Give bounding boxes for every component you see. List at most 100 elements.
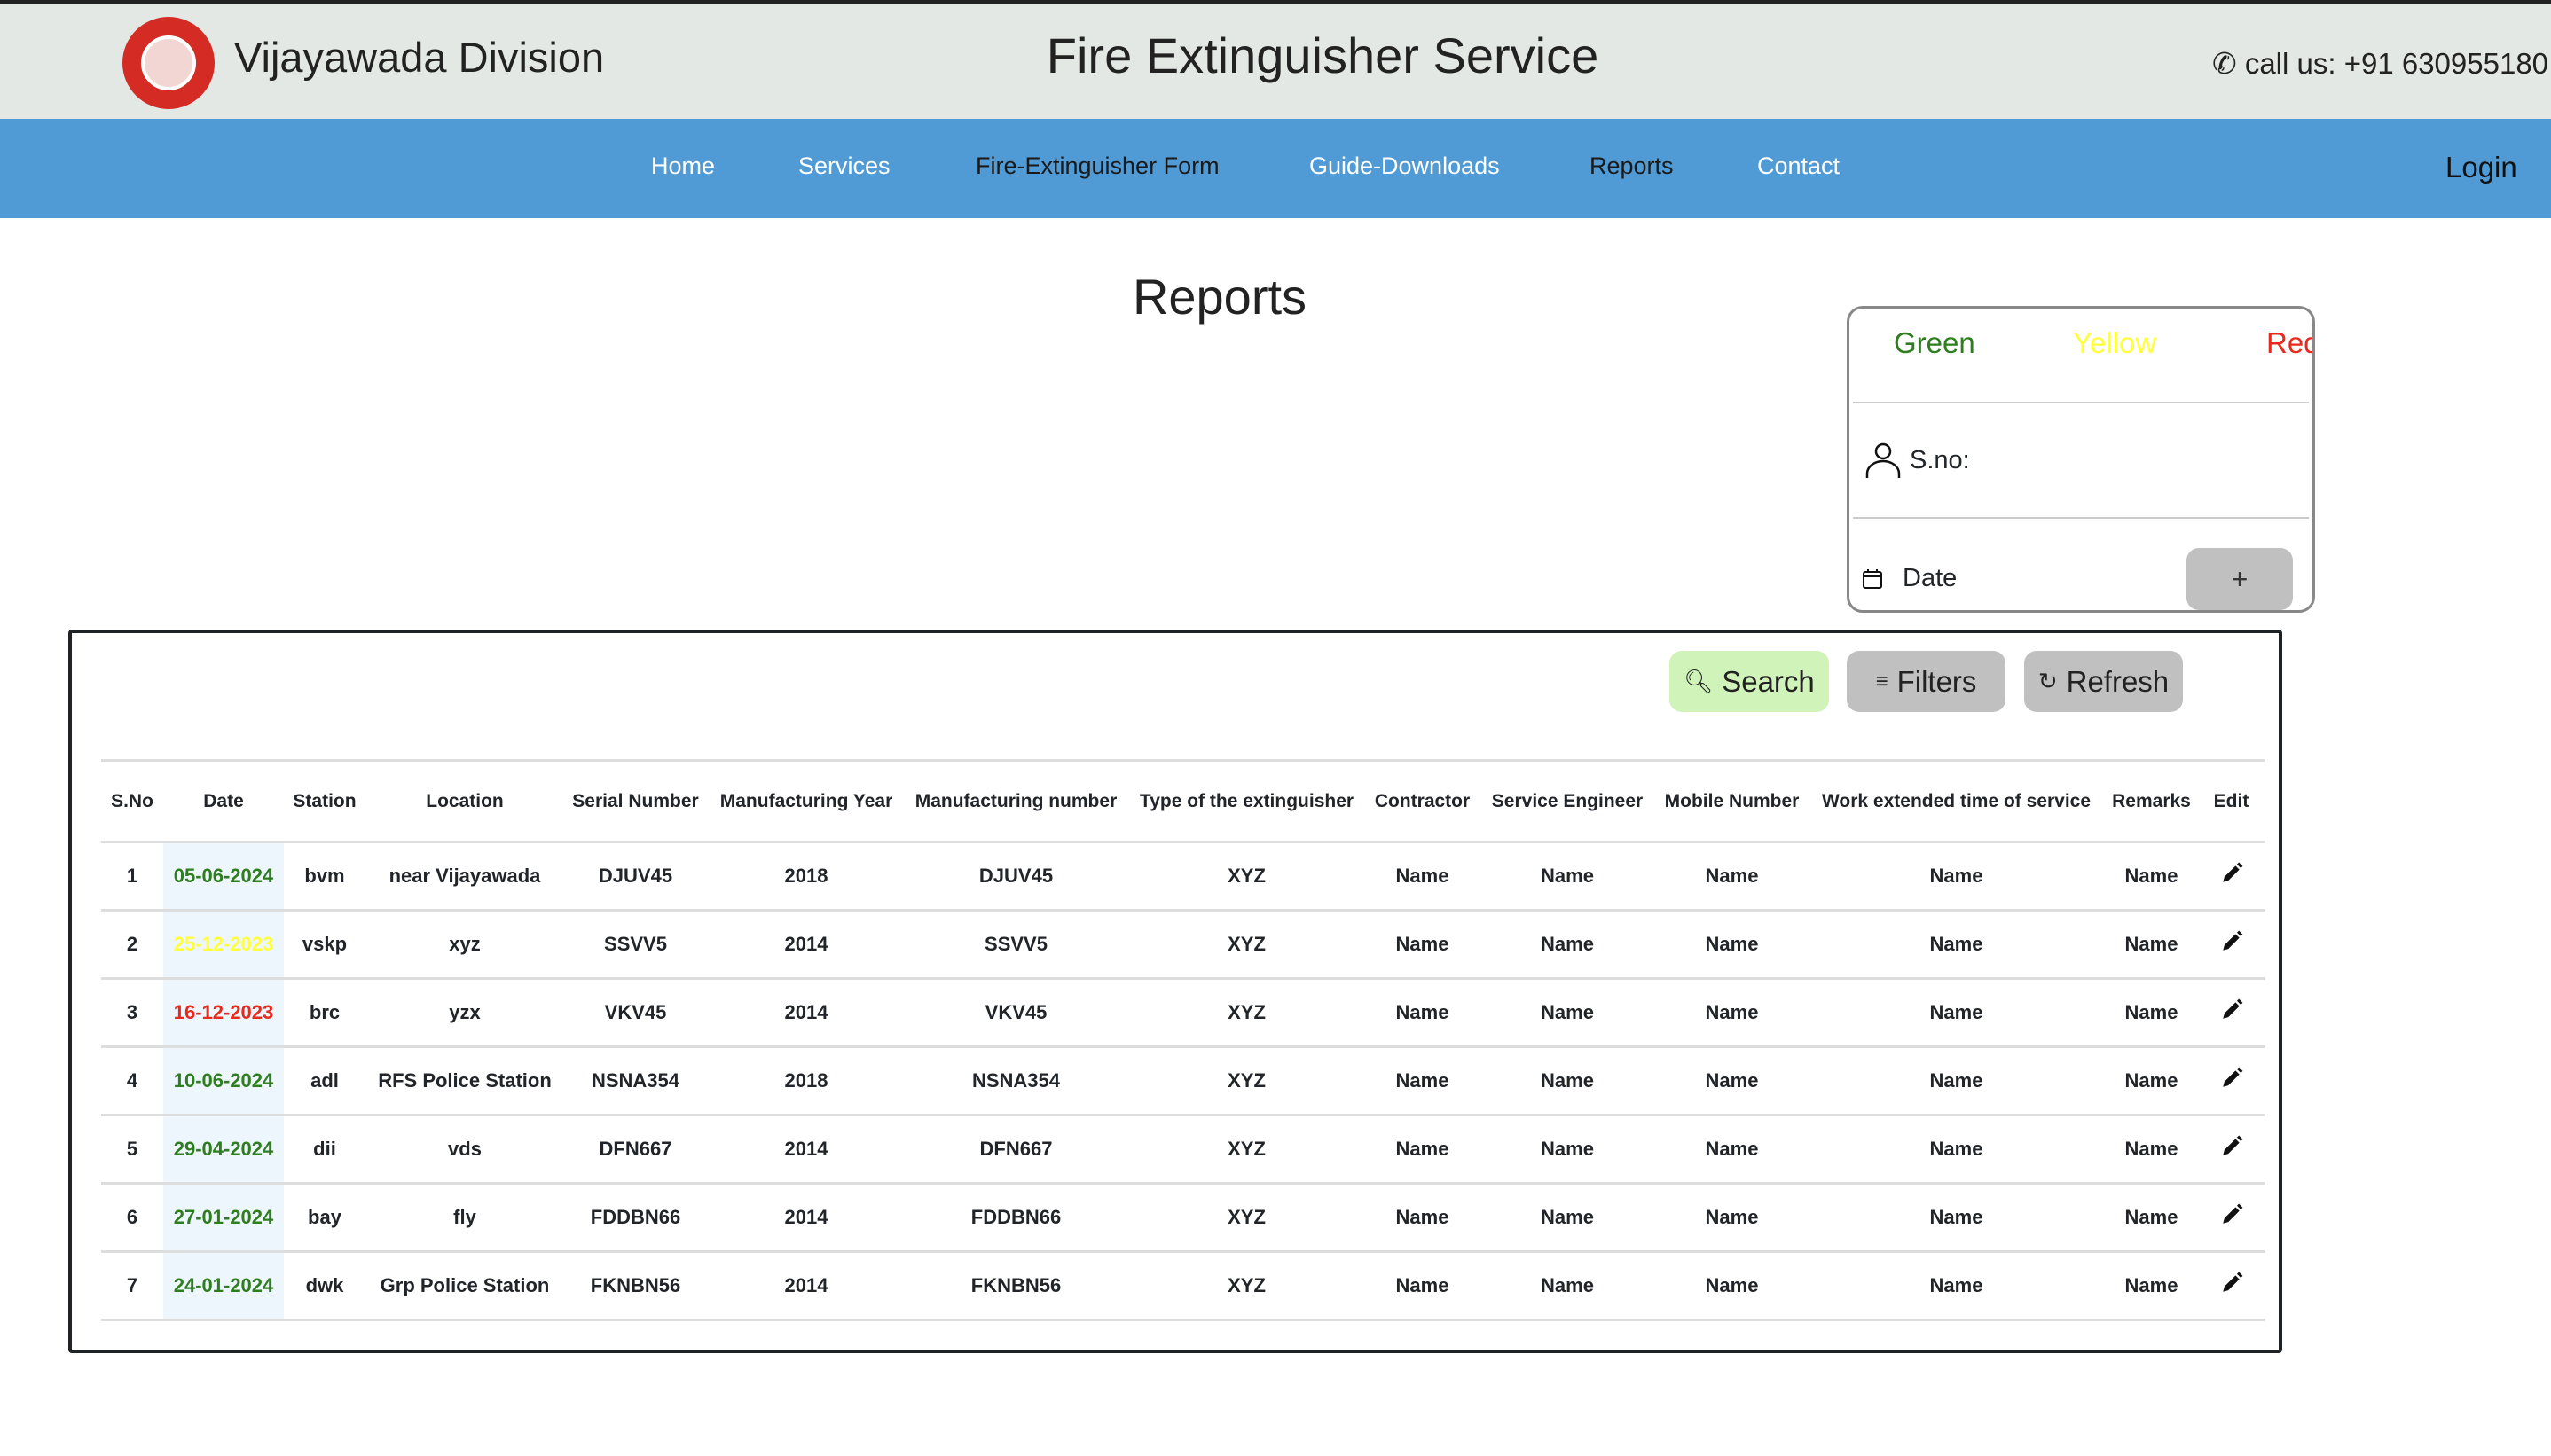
edit-cell bbox=[2197, 978, 2265, 1048]
nav-fire-extinguisher-form[interactable]: Fire-Extinguisher Form bbox=[976, 153, 1220, 180]
edit-pencil-icon[interactable] bbox=[2220, 930, 2243, 953]
cell-work: Name bbox=[1807, 1251, 2106, 1321]
cell-location: Grp Police Station bbox=[365, 1251, 564, 1321]
nav-reports[interactable]: Reports bbox=[1589, 153, 1674, 180]
cell-type: XYZ bbox=[1126, 978, 1367, 1048]
cell-remarks: Name bbox=[2106, 1183, 2197, 1253]
column-header: Remarks bbox=[2106, 760, 2197, 843]
table-header-row: S.No Date Station Location Serial Number Manu… bbox=[101, 760, 2265, 843]
cell-location: fly bbox=[365, 1183, 564, 1253]
refresh-icon: ↻ bbox=[2037, 668, 2058, 694]
search-label: Search bbox=[1722, 664, 1815, 698]
nav-guide-downloads[interactable]: Guide-Downloads bbox=[1309, 153, 1500, 180]
cell-date: 29-04-2024 bbox=[163, 1115, 284, 1185]
cell-serial: DJUV45 bbox=[564, 842, 707, 912]
cell-year: 2018 bbox=[707, 842, 906, 912]
cell-serial: VKV45 bbox=[564, 978, 707, 1048]
cell-station: adl bbox=[284, 1046, 365, 1116]
cell-work: Name bbox=[1807, 978, 2106, 1048]
edit-cell bbox=[2197, 1251, 2265, 1321]
cell-engineer: Name bbox=[1478, 978, 1657, 1048]
edit-pencil-icon[interactable] bbox=[2220, 1272, 2243, 1295]
cell-engineer: Name bbox=[1478, 1046, 1657, 1116]
cell-remarks: Name bbox=[2106, 978, 2197, 1048]
cell-station: bay bbox=[284, 1183, 365, 1253]
cell-remarks: Name bbox=[2106, 1046, 2197, 1116]
filters-label: Filters bbox=[1896, 664, 1977, 698]
cell-remarks: Name bbox=[2106, 842, 2197, 912]
search-button[interactable]: 🔍︎ Search bbox=[1669, 651, 1829, 712]
cell-type: XYZ bbox=[1126, 1183, 1367, 1253]
cell-engineer: Name bbox=[1478, 910, 1657, 980]
table-row: 7 24-01-2024 dwk Grp Police Station FKNBN56 2… bbox=[101, 1251, 2265, 1321]
cell-mobile: Name bbox=[1657, 910, 1807, 980]
cell-contractor: Name bbox=[1367, 1046, 1478, 1116]
edit-cell bbox=[2197, 910, 2265, 980]
calendar-icon bbox=[1863, 568, 1882, 589]
column-header: Serial Number bbox=[564, 760, 707, 843]
edit-pencil-icon[interactable] bbox=[2220, 1203, 2243, 1226]
cell-date: 27-01-2024 bbox=[163, 1183, 284, 1253]
cell-mobile: Name bbox=[1657, 1046, 1807, 1116]
refresh-label: Refresh bbox=[2066, 664, 2170, 698]
cell-type: XYZ bbox=[1126, 842, 1367, 912]
cell-location: xyz bbox=[365, 910, 564, 980]
search-icon: 🔍︎ bbox=[1684, 668, 1714, 694]
user-icon bbox=[1865, 442, 1901, 478]
legend-yellow: Yellow bbox=[2073, 326, 2157, 359]
cell-contractor: Name bbox=[1367, 1115, 1478, 1185]
edit-pencil-icon[interactable] bbox=[2220, 862, 2243, 885]
status-legend-card: Green Yellow Red S.no: Date + bbox=[1847, 306, 2315, 613]
cell-work: Name bbox=[1807, 1046, 2106, 1116]
login-link[interactable]: Login bbox=[2445, 151, 2517, 184]
reports-table: S.No Date Station Location Serial Number Manu… bbox=[101, 759, 2265, 1321]
cell-date: 10-06-2024 bbox=[163, 1046, 284, 1116]
edit-cell bbox=[2197, 1046, 2265, 1116]
column-header: Contractor bbox=[1367, 760, 1478, 843]
cell-work: Name bbox=[1807, 1115, 2106, 1185]
nav-services[interactable]: Services bbox=[798, 153, 891, 180]
column-header: Mobile Number bbox=[1657, 760, 1807, 843]
table-row: 6 27-01-2024 bay fly FDDBN66 2014 FDDBN66 XYZ Na… bbox=[101, 1183, 2265, 1253]
cell-date: 25-12-2023 bbox=[163, 910, 284, 980]
cell-date: 24-01-2024 bbox=[163, 1251, 284, 1321]
cell-station: dii bbox=[284, 1115, 365, 1185]
legend-green: Green bbox=[1894, 326, 1975, 359]
divider bbox=[1853, 402, 2309, 403]
column-header: Service Engineer bbox=[1478, 760, 1657, 843]
edit-pencil-icon[interactable] bbox=[2220, 1135, 2243, 1158]
cell-engineer: Name bbox=[1478, 1115, 1657, 1185]
cell-year: 2014 bbox=[707, 1251, 906, 1321]
cell-serial: NSNA354 bbox=[564, 1046, 707, 1116]
edit-pencil-icon[interactable] bbox=[2220, 998, 2243, 1022]
edit-cell bbox=[2197, 842, 2265, 912]
cell-mobile: Name bbox=[1657, 1183, 1807, 1253]
cell-serial: FDDBN66 bbox=[564, 1183, 707, 1253]
column-header: Type of the extinguisher bbox=[1126, 760, 1367, 843]
column-header: Date bbox=[163, 760, 284, 843]
cell-sno: 5 bbox=[101, 1115, 163, 1185]
cell-contractor: Name bbox=[1367, 842, 1478, 912]
column-header: S.No bbox=[101, 760, 163, 843]
filters-button[interactable]: ≡ Filters bbox=[1847, 651, 2005, 712]
cell-mobile: Name bbox=[1657, 978, 1807, 1048]
add-button[interactable]: + bbox=[2186, 548, 2293, 610]
cell-year: 2018 bbox=[707, 1046, 906, 1116]
cell-mfg: FDDBN66 bbox=[906, 1183, 1126, 1253]
cell-engineer: Name bbox=[1478, 842, 1657, 912]
cell-location: yzx bbox=[365, 978, 564, 1048]
table-row: 5 29-04-2024 dii vds DFN667 2014 DFN667 XYZ Name… bbox=[101, 1115, 2265, 1185]
main-nav: Home Services Fire-Extinguisher Form Gui… bbox=[0, 119, 2551, 218]
sno-label: S.no: bbox=[1910, 445, 1970, 474]
cell-mfg: VKV45 bbox=[906, 978, 1126, 1048]
refresh-button[interactable]: ↻ Refresh bbox=[2024, 651, 2183, 712]
cell-mfg: DFN667 bbox=[906, 1115, 1126, 1185]
sno-field: S.no: bbox=[1865, 442, 1970, 479]
cell-mfg: SSVV5 bbox=[906, 910, 1126, 980]
nav-home[interactable]: Home bbox=[651, 153, 715, 180]
column-header: Manufacturing Year bbox=[707, 760, 906, 843]
cell-work: Name bbox=[1807, 842, 2106, 912]
filter-icon: ≡ bbox=[1875, 669, 1888, 693]
edit-pencil-icon[interactable] bbox=[2220, 1067, 2243, 1090]
nav-contact[interactable]: Contact bbox=[1757, 153, 1840, 180]
